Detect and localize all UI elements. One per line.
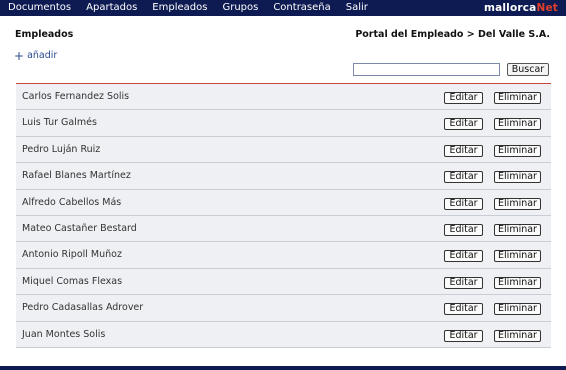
delete-button[interactable]: Eliminar [494,303,541,316]
footer-bar [0,366,566,370]
employee-name: Antonio Ripoll Muñoz [22,249,122,261]
nav-item-contrasena[interactable]: Contraseña [273,0,330,16]
edit-button[interactable]: Editar [444,171,483,184]
delete-button[interactable]: Eliminar [494,197,541,210]
brand-logo: mallorcaNet [484,0,558,16]
delete-button[interactable]: Eliminar [494,223,541,236]
page-title: Empleados [15,29,74,40]
nav-item-salir[interactable]: Salir [346,0,368,16]
add-employee-label: añadir [27,50,58,61]
edit-button[interactable]: Editar [444,144,483,157]
list-item: Alfredo Cabellos Más Editar Eliminar [16,189,551,216]
list-item: Mateo Castañer Bestard Editar Eliminar [16,215,551,243]
employee-name: Miquel Comas Flexas [22,275,123,287]
list-item: Pedro Luján Ruiz Editar Eliminar [16,136,551,164]
delete-button[interactable]: Eliminar [494,276,541,289]
add-employee-link[interactable]: + añadir [14,48,58,63]
brand-logo-main: mallorca [483,2,537,14]
employee-name: Carlos Fernandez Solis [22,91,130,102]
employee-list: Carlos Fernandez Solis Editar Eliminar L… [16,83,551,348]
employee-name: Luis Tur Galmés [22,117,97,129]
list-item: Juan Montes Solis Editar Eliminar [16,321,551,348]
brand-logo-accent: Net [536,2,558,14]
edit-button[interactable]: Editar [444,118,483,131]
employee-name: Juan Montes Solis [22,328,106,340]
delete-button[interactable]: Eliminar [494,118,541,131]
search-input[interactable] [353,63,500,76]
edit-button[interactable]: Editar [444,329,483,342]
search-button[interactable]: Buscar [507,63,549,76]
breadcrumb: Portal del Empleado > Del Valle S.A. [355,29,550,40]
employee-name: Alfredo Cabellos Más [22,196,122,208]
main-nav: Documentos Apartados Empleados Grupos Co… [0,0,375,16]
employee-name: Pedro Luján Ruiz [22,143,101,155]
delete-button[interactable]: Eliminar [494,329,541,342]
edit-button[interactable]: Editar [444,223,483,236]
nav-item-grupos[interactable]: Grupos [222,0,258,16]
edit-button[interactable]: Editar [444,303,483,316]
list-item: Carlos Fernandez Solis Editar Eliminar [16,84,551,111]
edit-button[interactable]: Editar [444,197,483,210]
edit-button[interactable]: Editar [444,276,483,289]
delete-button[interactable]: Eliminar [494,171,541,184]
employee-name: Pedro Cadasallas Adrover [22,302,144,314]
delete-button[interactable]: Eliminar [494,250,541,263]
list-item: Luis Tur Galmés Editar Eliminar [16,110,551,137]
delete-button[interactable]: Eliminar [494,92,541,104]
plus-icon: + [14,48,25,63]
edit-button[interactable]: Editar [444,250,483,263]
list-item: Miquel Comas Flexas Editar Eliminar [16,268,551,296]
employee-name: Rafael Blanes Martínez [22,170,131,182]
list-item: Antonio Ripoll Muñoz Editar Eliminar [16,242,551,269]
employee-name: Mateo Castañer Bestard [22,222,137,234]
list-item: Pedro Cadasallas Adrover Editar Eliminar [16,295,551,322]
list-item: Rafael Blanes Martínez Editar Eliminar [16,163,551,190]
nav-item-documentos[interactable]: Documentos [8,0,71,16]
edit-button[interactable]: Editar [444,92,483,104]
nav-item-empleados[interactable]: Empleados [152,0,207,16]
nav-item-apartados[interactable]: Apartados [86,0,137,16]
delete-button[interactable]: Eliminar [494,144,541,157]
top-nav-bar: Documentos Apartados Empleados Grupos Co… [0,0,566,16]
